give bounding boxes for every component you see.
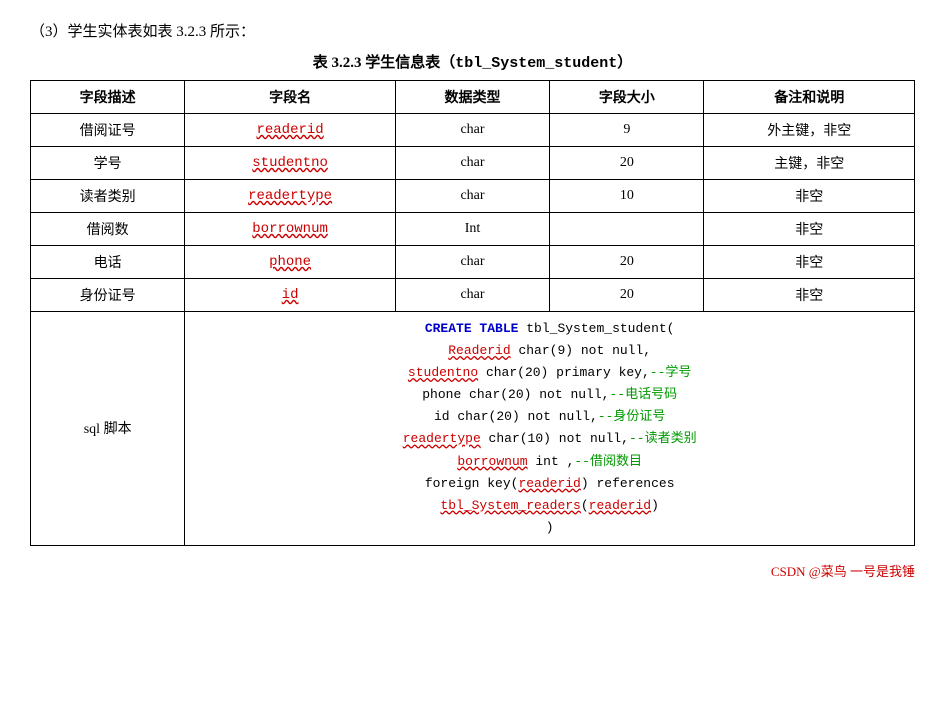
- sql-code: CREATE TABLE tbl_System_student(Readerid…: [185, 312, 915, 546]
- field-desc: 电话: [31, 246, 185, 279]
- sql-part-fieldname: studentno: [408, 365, 478, 380]
- field-size: 10: [550, 180, 704, 213]
- header-cell: 备注和说明: [704, 81, 915, 114]
- field-name-cell: readerid: [185, 114, 396, 147]
- table-row: 借阅数 borrownum Int 非空: [31, 213, 915, 246]
- field-size: 20: [550, 279, 704, 312]
- sql-part-normal: int ,: [528, 454, 575, 469]
- sql-part-normal: char(20) primary key,: [478, 365, 650, 380]
- sql-part-fieldname: borrownum: [457, 454, 527, 469]
- field-note: 非空: [704, 213, 915, 246]
- field-name-cell: id: [185, 279, 396, 312]
- header-cell: 字段名: [185, 81, 396, 114]
- field-name-cell: phone: [185, 246, 396, 279]
- sql-part-normal: char(9) not null,: [511, 343, 651, 358]
- sql-part-normal: ) references: [581, 476, 675, 491]
- field-name-text: readertype: [248, 188, 332, 204]
- sql-part-comment: --读者类别: [629, 431, 697, 446]
- field-type: char: [395, 246, 549, 279]
- field-name-cell: borrownum: [185, 213, 396, 246]
- field-type: char: [395, 147, 549, 180]
- sql-part-normal: char(10) not null,: [481, 431, 629, 446]
- sql-line: readertype char(10) not null,--读者类别: [195, 428, 904, 450]
- sql-part-comment: --电话号码: [609, 387, 677, 402]
- sql-part-normal: phone char(20) not null,: [422, 387, 609, 402]
- header-cell: 字段描述: [31, 81, 185, 114]
- sql-label: sql 脚本: [31, 312, 185, 546]
- sql-line: foreign key(readerid) references: [195, 473, 904, 495]
- sql-line: tbl_System_readers(readerid): [195, 495, 904, 517]
- sql-part-fieldname: readerid: [518, 476, 580, 491]
- field-name-text: readerid: [256, 122, 323, 138]
- field-desc: 借阅证号: [31, 114, 185, 147]
- sql-part-comment: --学号: [650, 365, 692, 380]
- table-title: 表 3.2.3 学生信息表（tbl_System_student）: [30, 51, 915, 72]
- sql-part-comment: --身份证号: [598, 409, 666, 424]
- sql-part-normal: ): [546, 520, 554, 535]
- field-note: 非空: [704, 180, 915, 213]
- field-name-text: borrownum: [252, 221, 328, 237]
- field-name-text: phone: [269, 254, 311, 270]
- table-title-prefix: 表 3.2.3 学生信息表（: [313, 55, 456, 71]
- table-row: 身份证号 id char20非空: [31, 279, 915, 312]
- sql-part-fieldname: tbl_System_readers: [440, 498, 580, 513]
- footer-text: CSDN @菜鸟 一号是我锤: [30, 561, 915, 580]
- sql-part-normal: tbl_System_student(: [526, 321, 674, 336]
- field-desc: 学号: [31, 147, 185, 180]
- field-type: char: [395, 180, 549, 213]
- sql-line: CREATE TABLE tbl_System_student(: [195, 318, 904, 340]
- field-note: 非空: [704, 279, 915, 312]
- sql-part-normal: ): [651, 498, 659, 513]
- sql-row: sql 脚本CREATE TABLE tbl_System_student(Re…: [31, 312, 915, 546]
- sql-part-fieldname: readertype: [403, 431, 481, 446]
- table-row: 借阅证号 readerid char9外主键，非空: [31, 114, 915, 147]
- field-name-cell: studentno: [185, 147, 396, 180]
- table-row: 电话 phone char20非空: [31, 246, 915, 279]
- field-note: 外主键，非空: [704, 114, 915, 147]
- field-desc: 借阅数: [31, 213, 185, 246]
- sql-line: id char(20) not null,--身份证号: [195, 406, 904, 428]
- sql-line: phone char(20) not null,--电话号码: [195, 384, 904, 406]
- field-desc: 读者类别: [31, 180, 185, 213]
- field-type: char: [395, 114, 549, 147]
- table-header-row: 字段描述字段名数据类型字段大小备注和说明: [31, 81, 915, 114]
- field-name-cell: readertype: [185, 180, 396, 213]
- field-type: char: [395, 279, 549, 312]
- sql-line: borrownum int ,--借阅数目: [195, 451, 904, 473]
- table-title-suffix: ）: [617, 55, 632, 71]
- header-cell: 数据类型: [395, 81, 549, 114]
- sql-part-normal: id char(20) not null,: [434, 409, 598, 424]
- field-size: [550, 213, 704, 246]
- sql-line: studentno char(20) primary key,--学号: [195, 362, 904, 384]
- field-desc: 身份证号: [31, 279, 185, 312]
- field-name-text: id: [282, 287, 299, 303]
- sql-part-fieldname: Readerid: [448, 343, 510, 358]
- table-row: 学号 studentno char20主键，非空: [31, 147, 915, 180]
- main-table: 字段描述字段名数据类型字段大小备注和说明 借阅证号readeridchar9外主…: [30, 80, 915, 546]
- intro-text: （3）学生实体表如表 3.2.3 所示：: [30, 20, 915, 41]
- field-size: 20: [550, 246, 704, 279]
- header-cell: 字段大小: [550, 81, 704, 114]
- table-title-code: tbl_System_student: [455, 55, 617, 72]
- sql-part-comment: --借阅数目: [574, 454, 642, 469]
- field-size: 20: [550, 147, 704, 180]
- field-type: Int: [395, 213, 549, 246]
- sql-part-normal: foreign key(: [425, 476, 519, 491]
- field-note: 主键，非空: [704, 147, 915, 180]
- sql-part-normal: (: [581, 498, 589, 513]
- sql-line: ): [195, 517, 904, 539]
- field-size: 9: [550, 114, 704, 147]
- sql-part-keyword: CREATE TABLE: [425, 321, 526, 336]
- field-name-text: studentno: [252, 155, 328, 171]
- table-row: 读者类别 readertype char10非空: [31, 180, 915, 213]
- sql-part-fieldname: readerid: [589, 498, 651, 513]
- field-note: 非空: [704, 246, 915, 279]
- sql-line: Readerid char(9) not null,: [195, 340, 904, 362]
